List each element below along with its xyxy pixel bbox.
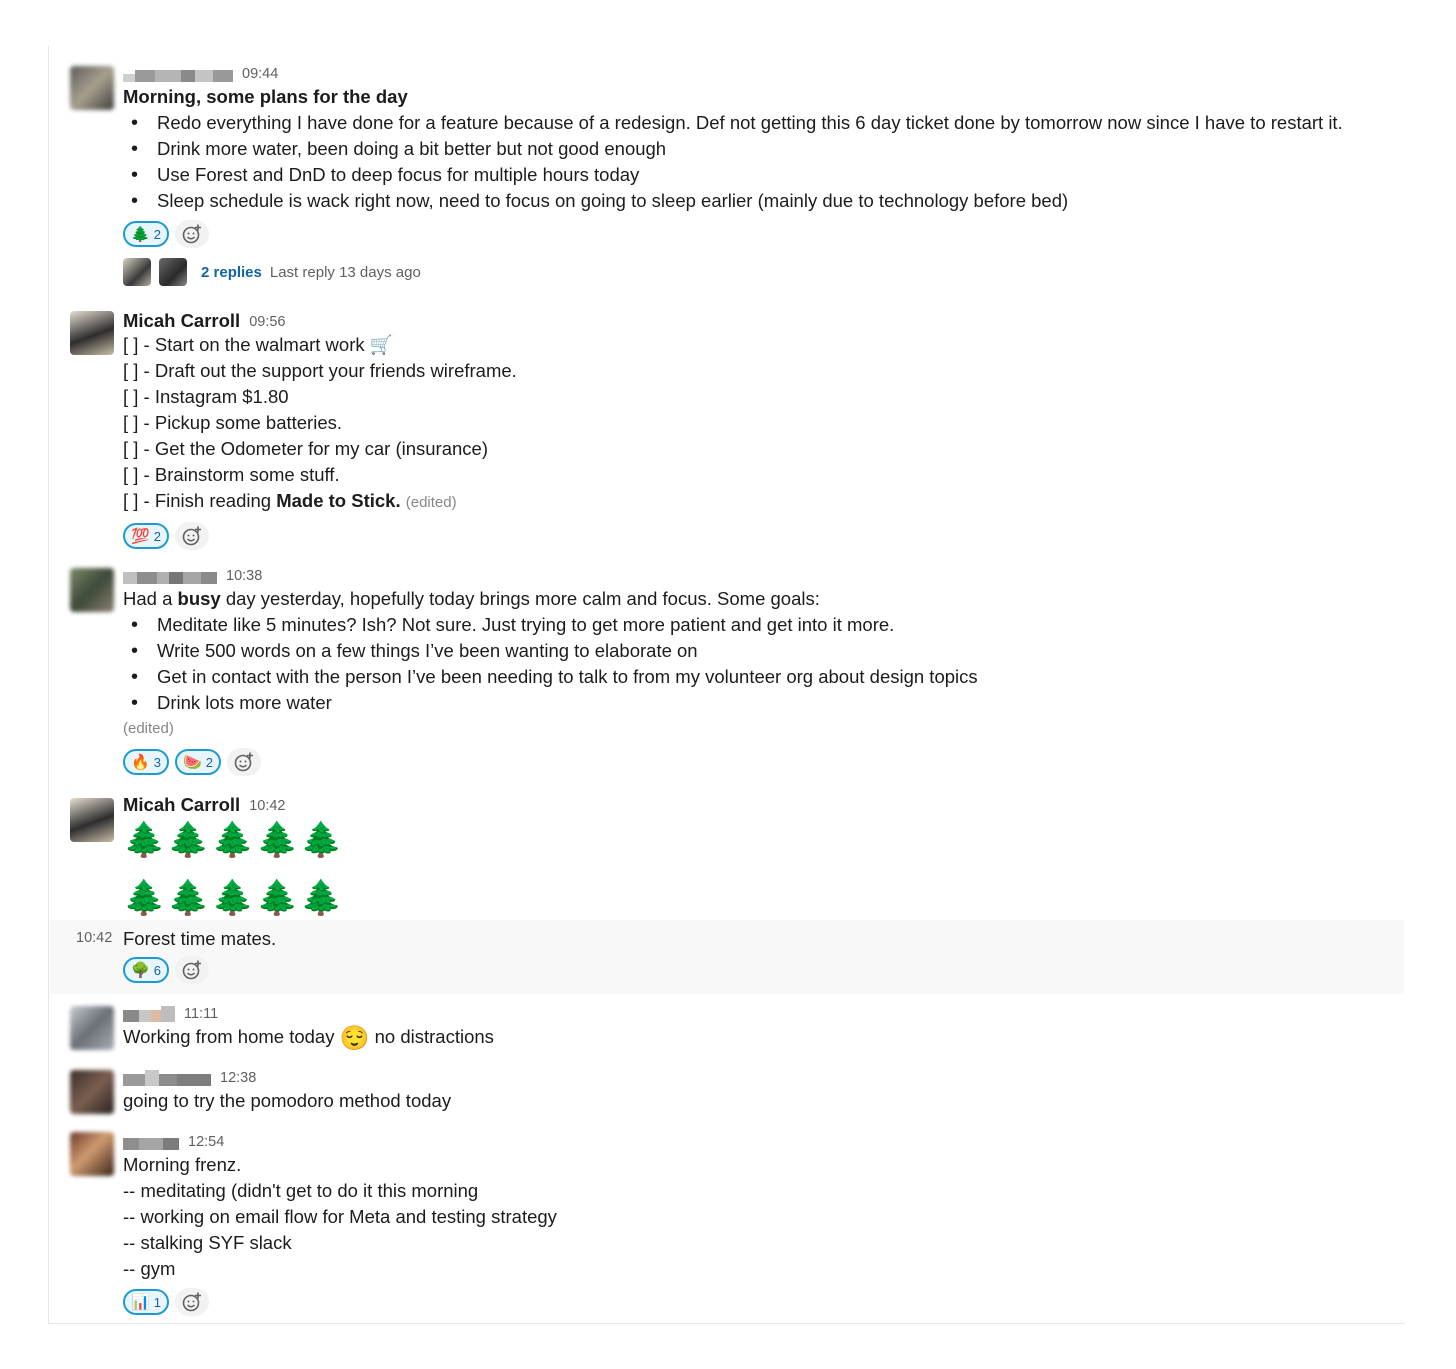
- message-line: -- working on email flow for Meta and te…: [123, 1206, 557, 1227]
- avatar[interactable]: [70, 798, 114, 842]
- message-text: Working from home today 😌 no distraction…: [123, 1025, 494, 1052]
- timestamp[interactable]: 09:44: [242, 64, 278, 84]
- timestamp[interactable]: 09:56: [249, 312, 285, 332]
- todo-line: [ ] - Get the Odometer for my car (insur…: [123, 438, 488, 459]
- todo-line: [ ] - Pickup some batteries.: [123, 412, 343, 433]
- message-line: -- meditating (didn't get to do it this …: [123, 1180, 479, 1201]
- add-reaction-icon: [234, 752, 253, 772]
- list-item: Sleep schedule is wack right now, need t…: [123, 188, 1384, 214]
- timestamp[interactable]: 10:42: [76, 930, 112, 946]
- timestamp[interactable]: 10:38: [226, 566, 262, 586]
- todo-line: [ ] - Instagram $1.80: [123, 386, 289, 407]
- add-reaction-icon: [182, 1292, 201, 1312]
- todo-line: [ ] - Finish reading Made to Stick. (edi…: [123, 490, 457, 511]
- edited-label: (edited): [123, 720, 174, 737]
- last-reply-text: Last reply 13 days ago: [269, 263, 421, 281]
- blurred-username[interactable]: [123, 64, 233, 82]
- list-item: Drink more water, been doing a bit bette…: [123, 136, 1384, 162]
- add-reaction-button[interactable]: [175, 522, 209, 550]
- message-followup[interactable]: 10:42 Forest time mates. 🌳 6: [50, 920, 1404, 994]
- message-intro: Had a busy day yesterday, hopefully toda…: [123, 588, 820, 609]
- hundred-emoji: 💯: [131, 528, 150, 545]
- fire-emoji: 🔥: [131, 754, 150, 771]
- avatar[interactable]: [70, 1132, 114, 1176]
- reaction-deciduous-tree[interactable]: 🌳 6: [123, 957, 169, 983]
- avatar: [159, 258, 187, 286]
- watermelon-emoji: 🍉: [183, 754, 202, 771]
- avatar: [123, 258, 151, 286]
- avatar[interactable]: [70, 568, 114, 612]
- tree-emoji: 🌲: [131, 226, 150, 243]
- avatar[interactable]: [70, 1006, 114, 1050]
- avatar[interactable]: [70, 311, 114, 355]
- sender-name[interactable]: Micah Carroll: [123, 794, 240, 816]
- blurred-username[interactable]: [123, 1132, 179, 1150]
- add-reaction-icon: [182, 526, 201, 546]
- list-item: Meditate like 5 minutes? Ish? Not sure. …: [123, 612, 1384, 638]
- blurred-username[interactable]: [123, 1004, 175, 1022]
- tree-emoji-row: 🌲🌲🌲🌲🌲: [123, 821, 345, 859]
- todo-line: [ ] - Brainstorm some stuff.: [123, 464, 340, 485]
- blurred-username[interactable]: [123, 1068, 211, 1086]
- reaction-count: 2: [153, 226, 161, 242]
- reaction-count: 3: [153, 754, 161, 770]
- list-item: Drink lots more water: [123, 690, 1384, 716]
- timestamp[interactable]: 11:11: [184, 1004, 218, 1024]
- avatar[interactable]: [70, 1070, 114, 1114]
- timestamp[interactable]: 10:42: [249, 796, 285, 816]
- reaction-bar-chart[interactable]: 📊 1: [123, 1289, 169, 1315]
- reaction-count: 6: [153, 962, 161, 978]
- message-line: -- gym: [123, 1258, 176, 1279]
- list-item: Redo everything I have done for a featur…: [123, 110, 1384, 136]
- add-reaction-button[interactable]: [175, 1288, 209, 1316]
- reaction-count: 1: [153, 1294, 161, 1310]
- bar-chart-emoji: 📊: [131, 1294, 150, 1311]
- replies-link[interactable]: 2 replies: [201, 264, 262, 281]
- deciduous-tree-emoji: 🌳: [131, 962, 150, 979]
- avatar[interactable]: [70, 66, 114, 110]
- todo-line: [ ] - Start on the walmart work 🛒: [123, 334, 393, 355]
- tree-emoji-row: 🌲🌲🌲🌲🌲: [123, 879, 345, 917]
- message-line: Morning frenz.: [123, 1154, 242, 1175]
- list-item: Write 500 words on a few things I’ve bee…: [123, 638, 1384, 664]
- reaction-watermelon[interactable]: 🍉 2: [175, 749, 221, 775]
- add-reaction-button[interactable]: [175, 956, 209, 984]
- bullet-list: Redo everything I have done for a featur…: [123, 110, 1384, 214]
- list-item: Get in contact with the person I’ve been…: [123, 664, 1384, 690]
- reaction-fire[interactable]: 🔥 3: [123, 749, 169, 775]
- blurred-username[interactable]: [123, 566, 217, 584]
- reaction-count: 2: [153, 528, 161, 544]
- message-text: going to try the pomodoro method today: [123, 1090, 452, 1111]
- thread-summary[interactable]: 2 replies Last reply 13 days ago: [123, 255, 1384, 289]
- reaction-hundred[interactable]: 💯 2: [123, 523, 169, 549]
- message-line: -- stalking SYF slack: [123, 1232, 292, 1253]
- relieved-face-emoji: 😌: [339, 1025, 370, 1052]
- bullet-list: Meditate like 5 minutes? Ish? Not sure. …: [123, 612, 1384, 716]
- timestamp[interactable]: 12:38: [220, 1068, 256, 1088]
- add-reaction-button[interactable]: [175, 220, 209, 248]
- list-item: Use Forest and DnD to deep focus for mul…: [123, 162, 1384, 188]
- sender-name[interactable]: Micah Carroll: [123, 310, 240, 332]
- message-text: Forest time mates.: [123, 928, 277, 949]
- reaction-tree[interactable]: 🌲 2: [123, 221, 169, 247]
- add-reaction-icon: [182, 224, 201, 244]
- timestamp[interactable]: 12:54: [188, 1132, 224, 1152]
- add-reaction-button[interactable]: [227, 748, 261, 776]
- reaction-count: 2: [205, 754, 213, 770]
- edited-label: (edited): [405, 494, 457, 511]
- message-title: Morning, some plans for the day: [123, 86, 408, 107]
- add-reaction-icon: [182, 960, 201, 980]
- todo-line: [ ] - Draft out the support your friends…: [123, 360, 517, 381]
